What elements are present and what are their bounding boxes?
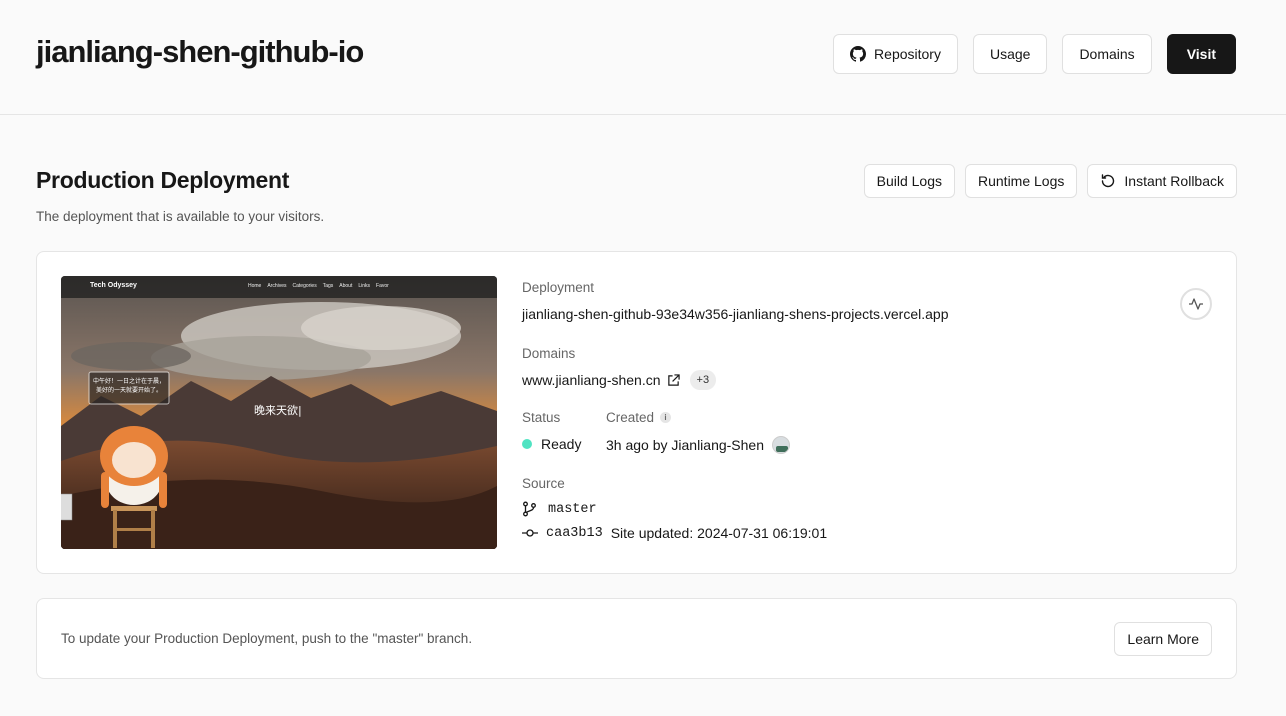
section-actions: Build Logs Runtime Logs Instant Rollback xyxy=(863,164,1237,198)
instant-rollback-label: Instant Rollback xyxy=(1124,173,1224,189)
domains-label: Domains xyxy=(522,346,576,361)
status-text: Ready xyxy=(541,436,582,452)
deployment-card: Tech Odyssey Home Archives Categories Ta… xyxy=(36,251,1237,574)
preview-bubble: 中午好！一日之计在于晨， 美好的一天就要开始了。 xyxy=(91,378,167,396)
avatar[interactable] xyxy=(772,436,791,454)
branch-row: master xyxy=(522,501,597,517)
header-actions: Repository Usage Domains Visit xyxy=(833,34,1236,74)
preview-bubble-line: 中午好！一日之计在于晨， xyxy=(92,379,165,385)
created-text: 3h ago by Jianliang-Shen xyxy=(606,437,765,453)
status-label: Status xyxy=(522,410,561,425)
project-title: jianliang-shen-github-io xyxy=(36,34,364,69)
activity-icon xyxy=(1189,298,1203,310)
preview-nav-item: About xyxy=(339,283,353,289)
source-label: Source xyxy=(522,476,565,491)
extra-domains-badge[interactable]: +3 xyxy=(689,370,717,390)
preview-site-name: Tech Odyssey xyxy=(90,282,137,289)
usage-button[interactable]: Usage xyxy=(972,34,1048,74)
created-value: 3h ago by Jianliang-Shen xyxy=(606,436,791,454)
preview-nav-item: Tags xyxy=(322,283,334,289)
avatar-image-shape xyxy=(776,446,789,452)
preview-typing-text: 晚来天欲| xyxy=(254,404,302,417)
deployment-preview[interactable]: Tech Odyssey Home Archives Categories Ta… xyxy=(61,276,497,549)
git-branch-icon xyxy=(523,501,536,517)
page-header: jianliang-shen-github-io Repository Usag… xyxy=(0,0,1286,115)
status-dot xyxy=(522,439,532,449)
runtime-logs-button[interactable]: Runtime Logs xyxy=(965,164,1078,198)
production-notice: To update your Production Deployment, pu… xyxy=(36,598,1237,679)
preview-nav-item: Categories xyxy=(292,283,317,289)
branch-name[interactable]: master xyxy=(548,502,597,517)
created-header: Created i xyxy=(606,410,672,425)
git-commit-icon xyxy=(522,529,538,537)
build-logs-button[interactable]: Build Logs xyxy=(863,164,955,198)
repository-button[interactable]: Repository xyxy=(833,34,958,74)
info-icon[interactable]: i xyxy=(660,412,672,423)
preview-nav-item: Favor xyxy=(376,283,389,289)
activity-button[interactable] xyxy=(1180,288,1212,320)
section-subtitle: The deployment that is available to your… xyxy=(36,209,325,224)
rollback-icon xyxy=(1102,174,1115,188)
learn-more-button[interactable]: Learn More xyxy=(1114,622,1212,656)
external-link-icon[interactable] xyxy=(667,373,680,387)
deployment-label: Deployment xyxy=(522,280,595,295)
repository-label: Repository xyxy=(874,46,941,62)
deployment-url-link[interactable]: jianliang-shen-github-93e34w356-jianlian… xyxy=(522,306,948,322)
status-value: Ready xyxy=(522,436,581,452)
instant-rollback-button[interactable]: Instant Rollback xyxy=(1087,164,1237,198)
commit-message: Site updated: 2024-07-31 06:19:01 xyxy=(610,525,828,541)
preview-nav-item: Links xyxy=(358,283,371,289)
commit-row: caa3b13 Site updated: 2024-07-31 06:19:0… xyxy=(522,525,827,541)
section-title: Production Deployment xyxy=(36,167,290,193)
preview-nav-item: Home xyxy=(248,283,262,289)
domain-link[interactable]: www.jianliang-shen.cn xyxy=(522,372,661,388)
domain-row: www.jianliang-shen.cn +3 xyxy=(522,370,717,390)
preview-nav: Home Archives Categories Tags About Link… xyxy=(248,283,389,289)
visit-button[interactable]: Visit xyxy=(1166,34,1236,74)
preview-nav-item: Archives xyxy=(267,283,287,289)
github-icon xyxy=(850,46,867,62)
notice-text: To update your Production Deployment, pu… xyxy=(61,631,473,646)
commit-hash[interactable]: caa3b13 xyxy=(546,526,603,541)
preview-bubble-line: 美好的一天就要开始了。 xyxy=(95,388,162,394)
created-label: Created xyxy=(606,410,655,425)
domains-button[interactable]: Domains xyxy=(1062,34,1152,74)
